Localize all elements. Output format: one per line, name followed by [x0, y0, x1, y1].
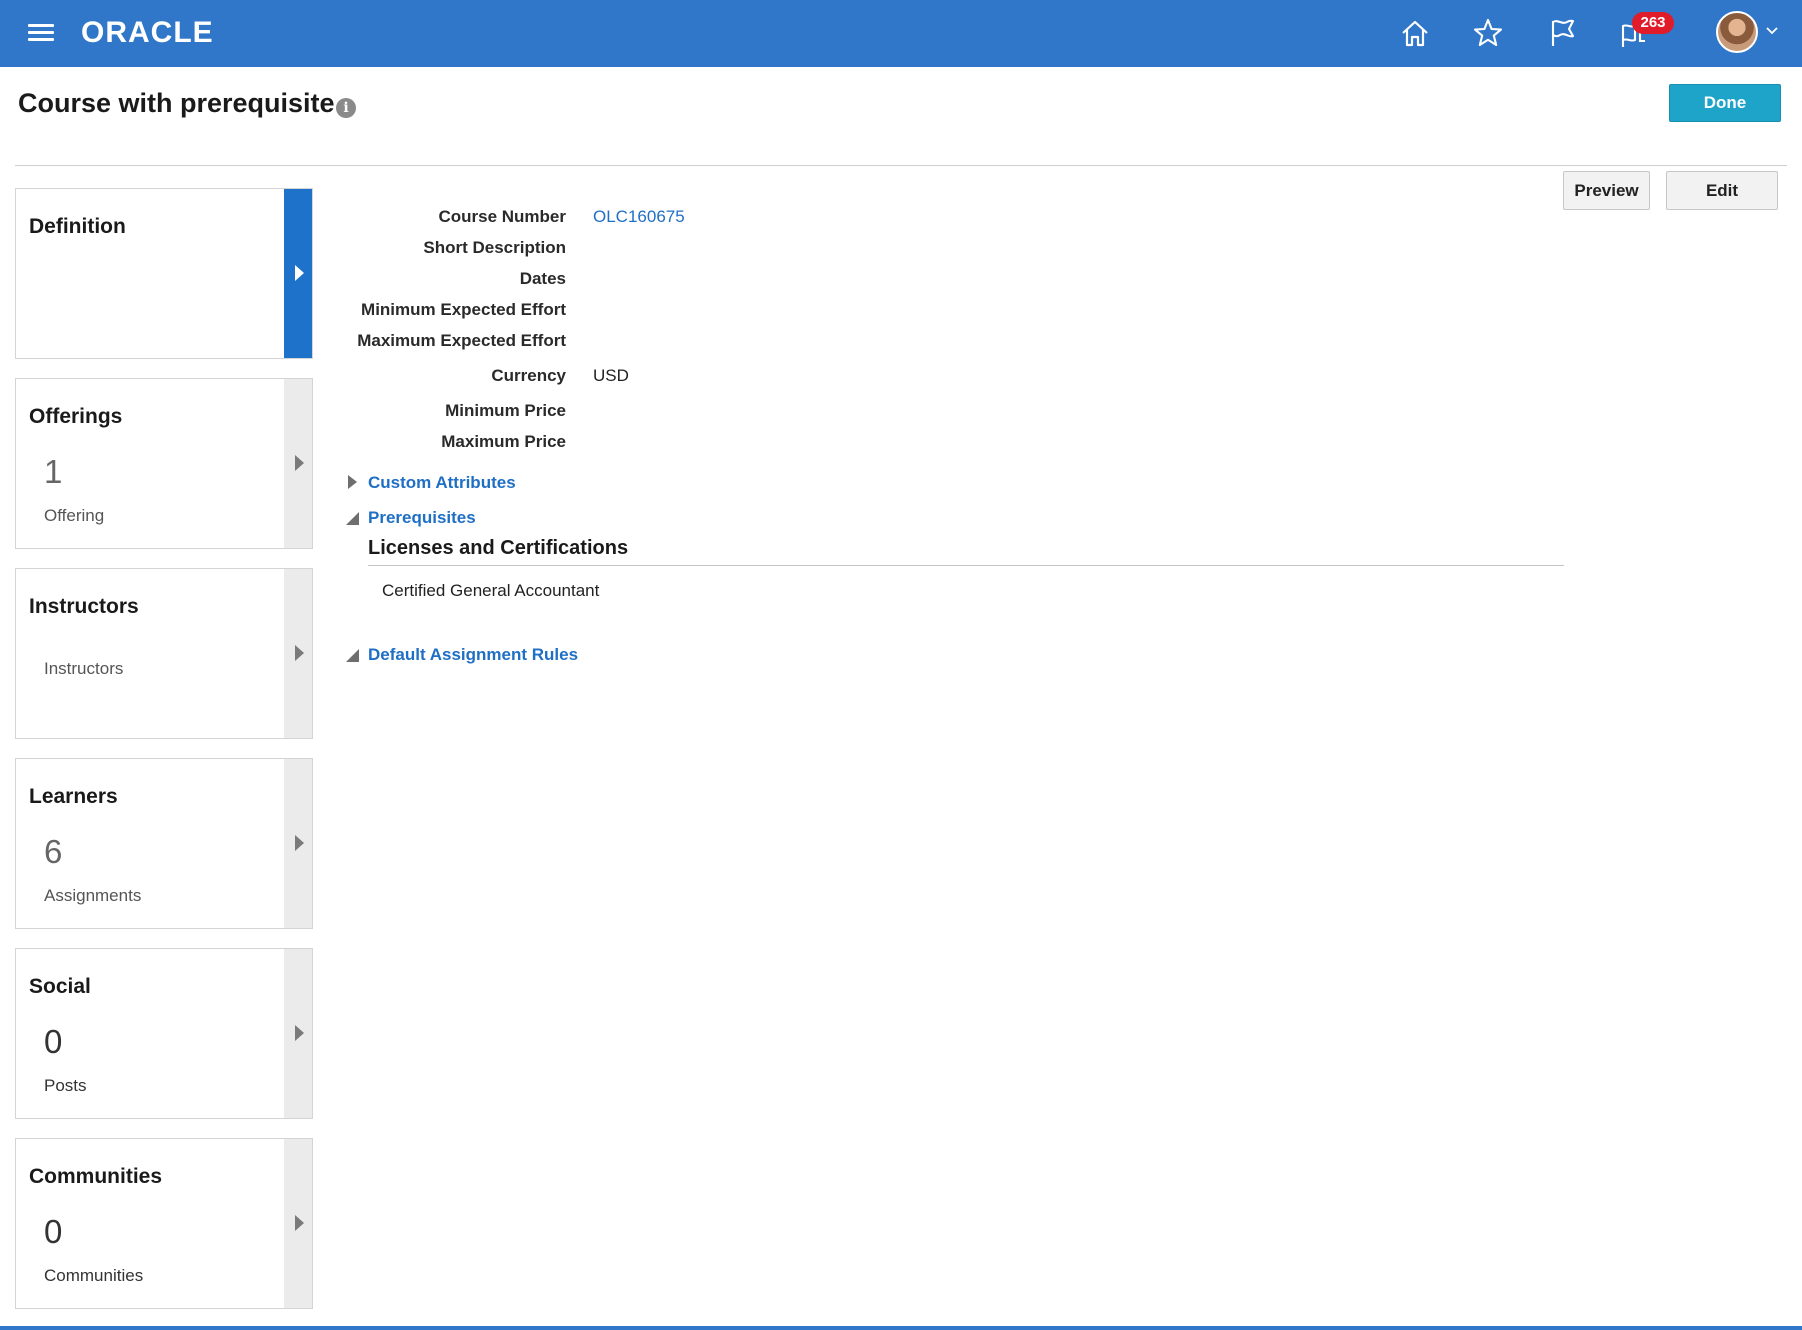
caret-right-icon	[295, 645, 304, 661]
page-title: Course with prerequisite	[18, 88, 335, 118]
flag-icon[interactable]	[1543, 14, 1581, 52]
currency-value: USD	[593, 366, 629, 385]
tile-expand-tab[interactable]	[284, 569, 312, 738]
tile-subtitle: Offering	[44, 506, 105, 525]
tile-count: 0	[44, 1213, 63, 1250]
tile-count: 1	[44, 453, 63, 490]
tile-title: Learners	[29, 785, 118, 808]
favorites-star-icon[interactable]	[1469, 14, 1507, 52]
short-description-label: Short Description	[423, 238, 566, 257]
tile-title: Definition	[29, 215, 126, 238]
tile-offerings[interactable]: Offerings 1 Offering	[15, 378, 313, 549]
home-icon[interactable]	[1396, 14, 1434, 52]
tile-count: 0	[44, 1023, 63, 1060]
tile-expand-tab[interactable]	[284, 1139, 312, 1308]
caret-right-icon	[295, 835, 304, 851]
collapse-caret-icon[interactable]	[344, 647, 360, 663]
max-price-label: Maximum Price	[441, 432, 566, 451]
tile-title: Communities	[29, 1165, 163, 1188]
tile-communities[interactable]: Communities 0 Communities	[15, 1138, 313, 1309]
header-divider	[15, 165, 1787, 166]
tile-subtitle: Assignments	[44, 886, 142, 905]
max-effort-label: Maximum Expected Effort	[357, 331, 566, 350]
global-header: ORACLE 263	[0, 0, 1802, 67]
oracle-logo: ORACLE	[81, 16, 214, 49]
dates-label: Dates	[519, 269, 566, 288]
tile-definition[interactable]: Definition	[15, 188, 313, 359]
course-number-link[interactable]: OLC160675	[593, 207, 685, 227]
default-assignment-rules-section-link[interactable]: Default Assignment Rules	[368, 645, 578, 665]
tile-subtitle: Communities	[44, 1266, 144, 1285]
done-button[interactable]: Done	[1669, 84, 1781, 122]
tile-learners[interactable]: Learners 6 Assignments	[15, 758, 313, 929]
min-price-label: Minimum Price	[445, 401, 566, 420]
prerequisites-section-link[interactable]: Prerequisites	[368, 508, 476, 528]
notification-count-badge: 263	[1632, 12, 1674, 34]
bottom-border	[0, 1326, 1802, 1330]
course-number-label: Course Number	[438, 207, 566, 226]
edit-button[interactable]: Edit	[1666, 171, 1778, 210]
list-item: Certified General Accountant	[382, 581, 600, 600]
tile-expand-tab[interactable]	[284, 949, 312, 1118]
info-icon[interactable]: i	[336, 98, 356, 118]
tile-title: Offerings	[29, 405, 123, 428]
min-effort-label: Minimum Expected Effort	[361, 300, 566, 319]
caret-right-icon	[295, 455, 304, 471]
caret-right-icon	[295, 1215, 304, 1231]
custom-attributes-section-link[interactable]: Custom Attributes	[368, 473, 516, 493]
tile-instructors[interactable]: Instructors Instructors	[15, 568, 313, 739]
collapse-caret-icon[interactable]	[344, 510, 360, 526]
currency-label: Currency	[491, 366, 566, 385]
licenses-heading: Licenses and Certifications	[368, 537, 629, 559]
menu-icon[interactable]	[28, 22, 54, 42]
tile-count: 6	[44, 833, 63, 870]
caret-right-icon	[295, 1025, 304, 1041]
chevron-down-icon[interactable]	[1764, 22, 1780, 38]
licenses-divider	[368, 565, 1564, 566]
tile-title: Social	[29, 975, 91, 998]
preview-button[interactable]: Preview	[1563, 171, 1650, 210]
user-avatar[interactable]	[1716, 11, 1758, 53]
tile-subtitle: Posts	[44, 1076, 87, 1095]
tile-title: Instructors	[29, 595, 139, 618]
expand-caret-icon[interactable]	[344, 474, 360, 490]
tile-subtitle: Instructors	[44, 659, 124, 678]
tile-social[interactable]: Social 0 Posts	[15, 948, 313, 1119]
tile-expand-tab[interactable]	[284, 759, 312, 928]
